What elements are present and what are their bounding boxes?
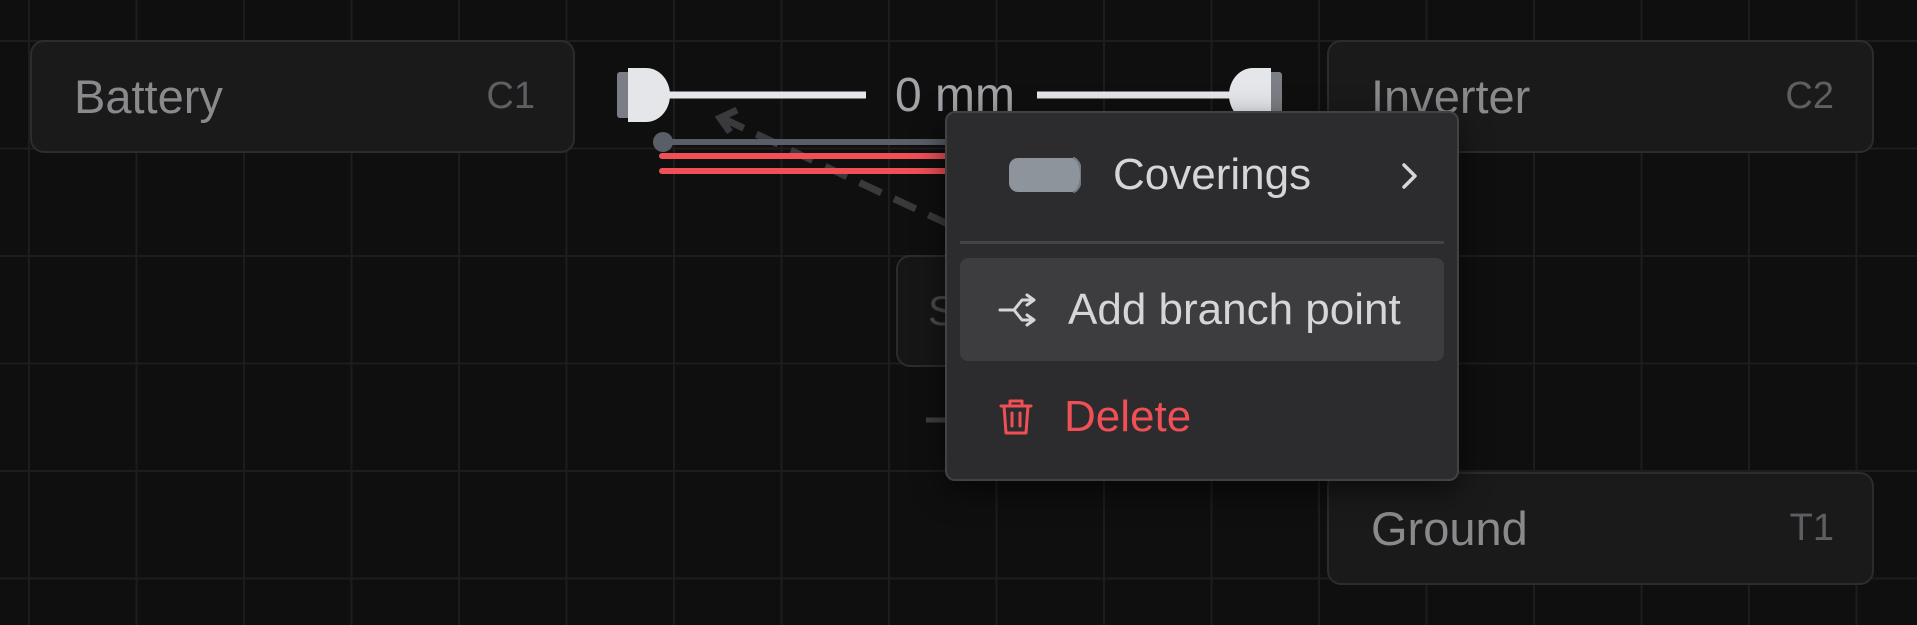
wire-endpoint-dot[interactable]: [653, 132, 673, 152]
covering-swatch-icon: [1009, 157, 1081, 193]
wire-end-left-icon[interactable]: [617, 68, 670, 122]
menu-item-delete[interactable]: Delete: [960, 369, 1444, 465]
menu-item-add-branch-point[interactable]: Add branch point: [960, 258, 1444, 361]
node-ref: C2: [1785, 75, 1834, 117]
context-menu: Coverings Add branch point Delete: [945, 111, 1459, 481]
trash-icon: [999, 399, 1033, 435]
menu-item-label: Add branch point: [1068, 284, 1401, 334]
chevron-right-icon: [1402, 163, 1417, 189]
node-name: Battery: [74, 70, 223, 123]
connector-node-ground[interactable]: Ground T1: [1327, 472, 1874, 585]
menu-item-label: Delete: [1064, 392, 1192, 441]
menu-item-label: Coverings: [1113, 150, 1312, 199]
branch-point-icon: [998, 293, 1036, 326]
node-ref: C1: [486, 75, 535, 117]
node-ref: T1: [1789, 507, 1834, 549]
menu-divider: [960, 241, 1444, 244]
node-name: Ground: [1371, 502, 1528, 555]
menu-item-coverings[interactable]: Coverings: [960, 131, 1444, 219]
harness-canvas[interactable]: 0 mm Battery C1 Inverter C2 Ground T1 S …: [0, 0, 1917, 625]
connector-node-battery[interactable]: Battery C1: [30, 40, 575, 153]
